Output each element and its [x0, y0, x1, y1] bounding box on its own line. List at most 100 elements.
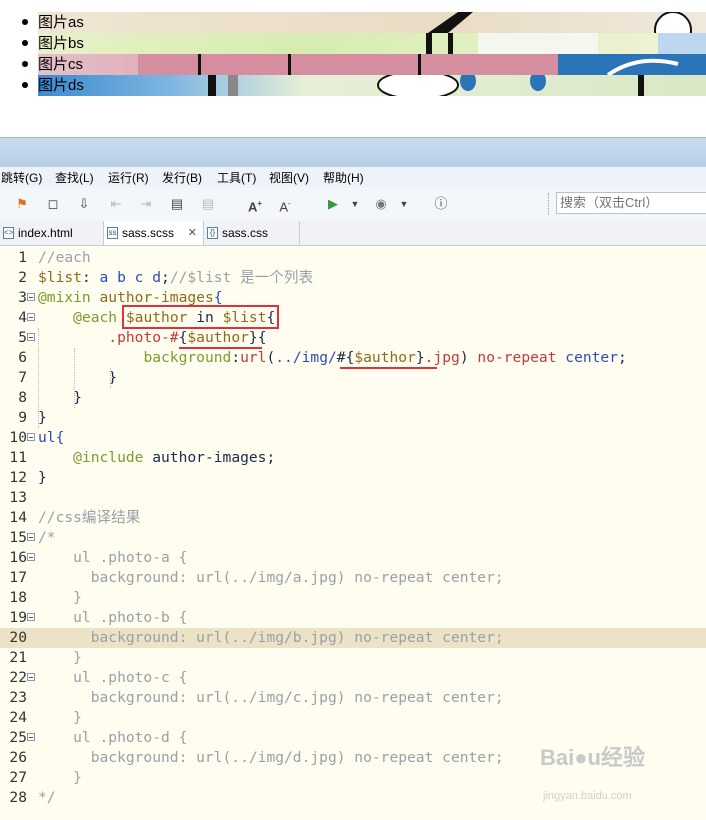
editor-tabs: <> index.html ss sass.scss ✕ {} sass.css — [0, 221, 706, 246]
code-line[interactable]: 2 $list: a b c d;//$list 是一个列表 — [0, 268, 706, 288]
code-line[interactable]: 14 //css编译结果 — [0, 508, 706, 528]
fold-toggle-icon[interactable] — [27, 553, 35, 561]
export-icon[interactable]: ⇩ — [75, 195, 93, 213]
code-line[interactable]: 15 /* — [0, 528, 706, 548]
code-text: } — [38, 769, 82, 786]
tab-label: sass.css — [222, 226, 269, 240]
line-number: 25 — [9, 729, 27, 746]
fold-toggle-icon[interactable] — [27, 613, 35, 621]
code-line[interactable]: 1 //each — [0, 248, 706, 268]
line-number: 28 — [9, 789, 27, 806]
code-line[interactable]: 18 } — [0, 588, 706, 608]
line-number: 10 — [9, 429, 27, 446]
code-text: .photo-#{$author}{ — [108, 329, 267, 346]
menu-run[interactable]: 运行(R) — [108, 169, 149, 186]
uncomment-icon[interactable]: ▤ — [199, 195, 217, 213]
cartoon-image-fragment — [426, 33, 706, 54]
code-line[interactable]: 13 — [0, 488, 706, 508]
menu-find[interactable]: 查找(L) — [55, 169, 94, 186]
line-number: 22 — [9, 669, 27, 686]
code-line[interactable]: 24 } — [0, 708, 706, 728]
list-bullet — [22, 40, 28, 46]
indent-guide — [74, 348, 75, 408]
code-line[interactable]: 3 @mixin author-images{ — [0, 288, 706, 308]
run-icon[interactable]: ▶ — [324, 195, 342, 213]
line-number: 6 — [18, 349, 27, 366]
code-text: @include author-images; — [73, 449, 276, 466]
decrease-font-icon[interactable]: A- — [276, 195, 294, 214]
tab-index-html[interactable]: <> index.html — [0, 221, 104, 245]
list-bullet — [22, 19, 28, 25]
fold-toggle-icon[interactable] — [27, 673, 35, 681]
baidu-watermark-url: jingyan.baidu.com — [543, 790, 632, 802]
line-number: 11 — [9, 449, 27, 466]
code-text: background: url(../img/a.jpg) no-repeat … — [38, 569, 504, 586]
list-item-image-a: 图片as — [38, 12, 706, 33]
code-text: ul .photo-b { — [38, 609, 188, 626]
fold-toggle-icon[interactable] — [27, 333, 35, 341]
scss-file-icon: ss — [107, 227, 118, 239]
code-line[interactable]: 20 background: url(../img/b.jpg) no-repe… — [0, 628, 706, 648]
list-bullet — [22, 82, 28, 88]
line-number: 4 — [18, 309, 27, 326]
code-text: $list: a b c d;//$list 是一个列表 — [38, 269, 314, 286]
menu-help[interactable]: 帮助(H) — [323, 169, 364, 186]
code-line[interactable]: 11 @include author-images; — [0, 448, 706, 468]
menu-tools[interactable]: 工具(T) — [217, 169, 256, 186]
line-number: 1 — [18, 249, 27, 266]
code-text: } — [38, 589, 82, 606]
code-line[interactable]: 8 } — [0, 388, 706, 408]
code-line[interactable]: 16 ul .photo-a { — [0, 548, 706, 568]
html-file-icon: <> — [3, 227, 14, 239]
tab-sass-css[interactable]: {} sass.css — [204, 221, 300, 245]
search-input[interactable] — [556, 192, 706, 214]
indent-guide — [110, 368, 111, 388]
fold-toggle-icon[interactable] — [27, 733, 35, 741]
code-line[interactable]: 10 ul{ — [0, 428, 706, 448]
line-number: 3 — [18, 289, 27, 306]
line-number: 19 — [9, 609, 27, 626]
browser-icon[interactable]: ◉ — [372, 195, 390, 213]
cartoon-image-fragment — [428, 12, 692, 33]
line-number: 20 — [9, 629, 27, 646]
code-line[interactable]: 7 } — [0, 368, 706, 388]
increase-font-icon[interactable]: A+ — [246, 195, 264, 214]
new-file-icon[interactable]: ◻ — [44, 195, 62, 213]
baidu-watermark-logo: Bai●u经验 — [540, 745, 645, 770]
line-number: 21 — [9, 649, 27, 666]
code-line[interactable]: 6 background:url(../img/#{$author}.jpg) … — [0, 348, 706, 368]
code-text: } — [38, 389, 82, 406]
menu-goto[interactable]: 跳转(G) — [1, 169, 42, 186]
list-item-image-c: 图片cs — [38, 54, 706, 75]
code-text: } — [38, 709, 82, 726]
menu-view[interactable]: 视图(V) — [269, 169, 309, 186]
code-line[interactable]: 22 ul .photo-c { — [0, 668, 706, 688]
code-line[interactable]: 17 background: url(../img/a.jpg) no-repe… — [0, 568, 706, 588]
step-back-icon[interactable]: ⇤ — [107, 195, 125, 213]
code-line[interactable]: 23 background: url(../img/c.jpg) no-repe… — [0, 688, 706, 708]
fold-toggle-icon[interactable] — [27, 533, 35, 541]
code-line[interactable]: 19 ul .photo-b { — [0, 608, 706, 628]
code-editor[interactable]: 1 //each 2 $list: a b c d;//$list 是一个列表 3 @mi… — [0, 247, 706, 820]
chevron-down-icon[interactable]: ▼ — [395, 195, 413, 213]
code-text: ul .photo-c { — [38, 669, 188, 686]
code-line[interactable]: 21 } — [0, 648, 706, 668]
menu-publish[interactable]: 发行(B) — [162, 169, 202, 186]
code-line[interactable]: 9} — [0, 408, 706, 428]
code-line[interactable]: 5 .photo-#{$author}{ — [0, 328, 706, 348]
window-titlebar — [0, 137, 706, 168]
close-icon[interactable]: ✕ — [188, 221, 197, 245]
fold-toggle-icon[interactable] — [27, 313, 35, 321]
code-line[interactable]: 12} — [0, 468, 706, 488]
code-line[interactable]: 4 @each $author in $list{ — [0, 308, 706, 328]
fold-toggle-icon[interactable] — [27, 433, 35, 441]
chevron-down-icon[interactable]: ▼ — [346, 195, 364, 213]
fold-toggle-icon[interactable] — [27, 293, 35, 301]
bookmark-icon[interactable]: ⚑ — [13, 195, 31, 213]
info-icon[interactable]: ⓘ — [432, 195, 450, 213]
tab-sass-scss[interactable]: ss sass.scss ✕ — [104, 221, 204, 245]
rendered-list-preview: 图片as 图片bs 图片cs 图片ds — [0, 0, 706, 137]
step-forward-icon[interactable]: ⇥ — [137, 195, 155, 213]
code-text: } — [38, 369, 118, 386]
comment-icon[interactable]: ▤ — [168, 195, 186, 213]
